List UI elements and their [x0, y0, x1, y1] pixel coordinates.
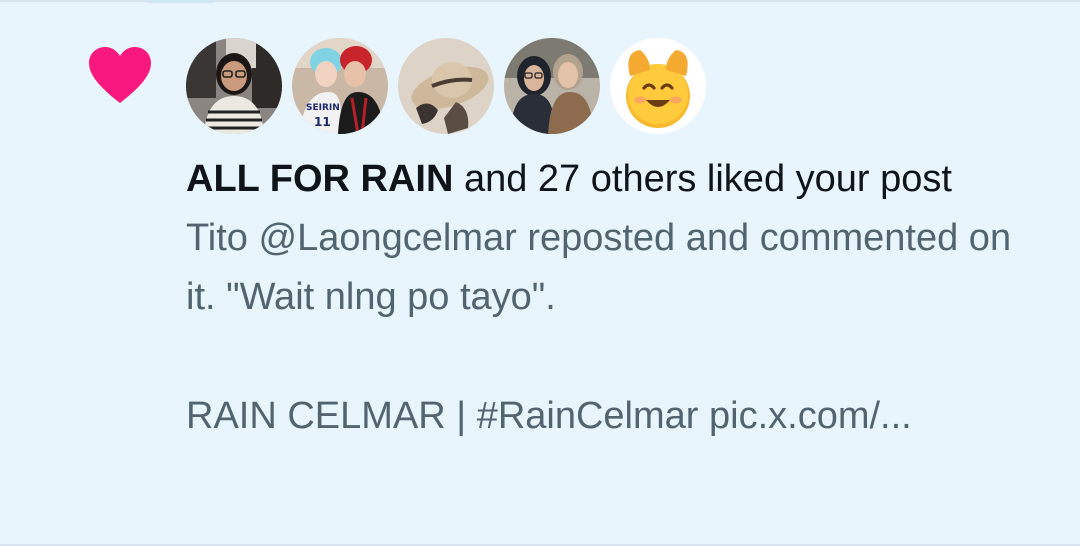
avatar-user-4[interactable] [504, 38, 600, 134]
heart-icon [89, 47, 151, 103]
avatar-user-3[interactable] [398, 38, 494, 134]
avatar-user-2-image: SEIRIN 11 [292, 38, 388, 134]
summary-text: and 27 others liked your post [453, 158, 952, 200]
avatar-user-1[interactable] [186, 38, 282, 134]
avatar-user-2[interactable]: SEIRIN 11 [292, 38, 388, 134]
liker-name[interactable]: ALL FOR RAIN [186, 158, 453, 200]
smiling-emoji-icon [610, 38, 706, 134]
notification-summary: ALL FOR RAIN and 27 others liked your po… [186, 150, 1046, 209]
avatar-user-4-image [504, 38, 600, 134]
smiling-emoji-avatar[interactable] [610, 38, 706, 134]
avatar-user-3-image [398, 38, 494, 134]
notification-content: ALL FOR RAIN and 27 others liked your po… [186, 150, 1046, 446]
preview-spacer [186, 327, 1046, 387]
svg-text:SEIRIN: SEIRIN [306, 103, 340, 113]
post-preview-line-2: RAIN CELMAR | #RainCelmar pic.x.com/... [186, 395, 912, 437]
avatar-user-1-image [186, 38, 282, 134]
svg-text:11: 11 [314, 115, 331, 129]
like-notification[interactable]: SEIRIN 11 ALL FOR RAIN and 27 others lik… [0, 0, 1080, 546]
liker-avatars: SEIRIN 11 [186, 38, 706, 134]
post-preview-line-1: Tito @Laongcelmar reposted and commented… [186, 217, 1012, 318]
